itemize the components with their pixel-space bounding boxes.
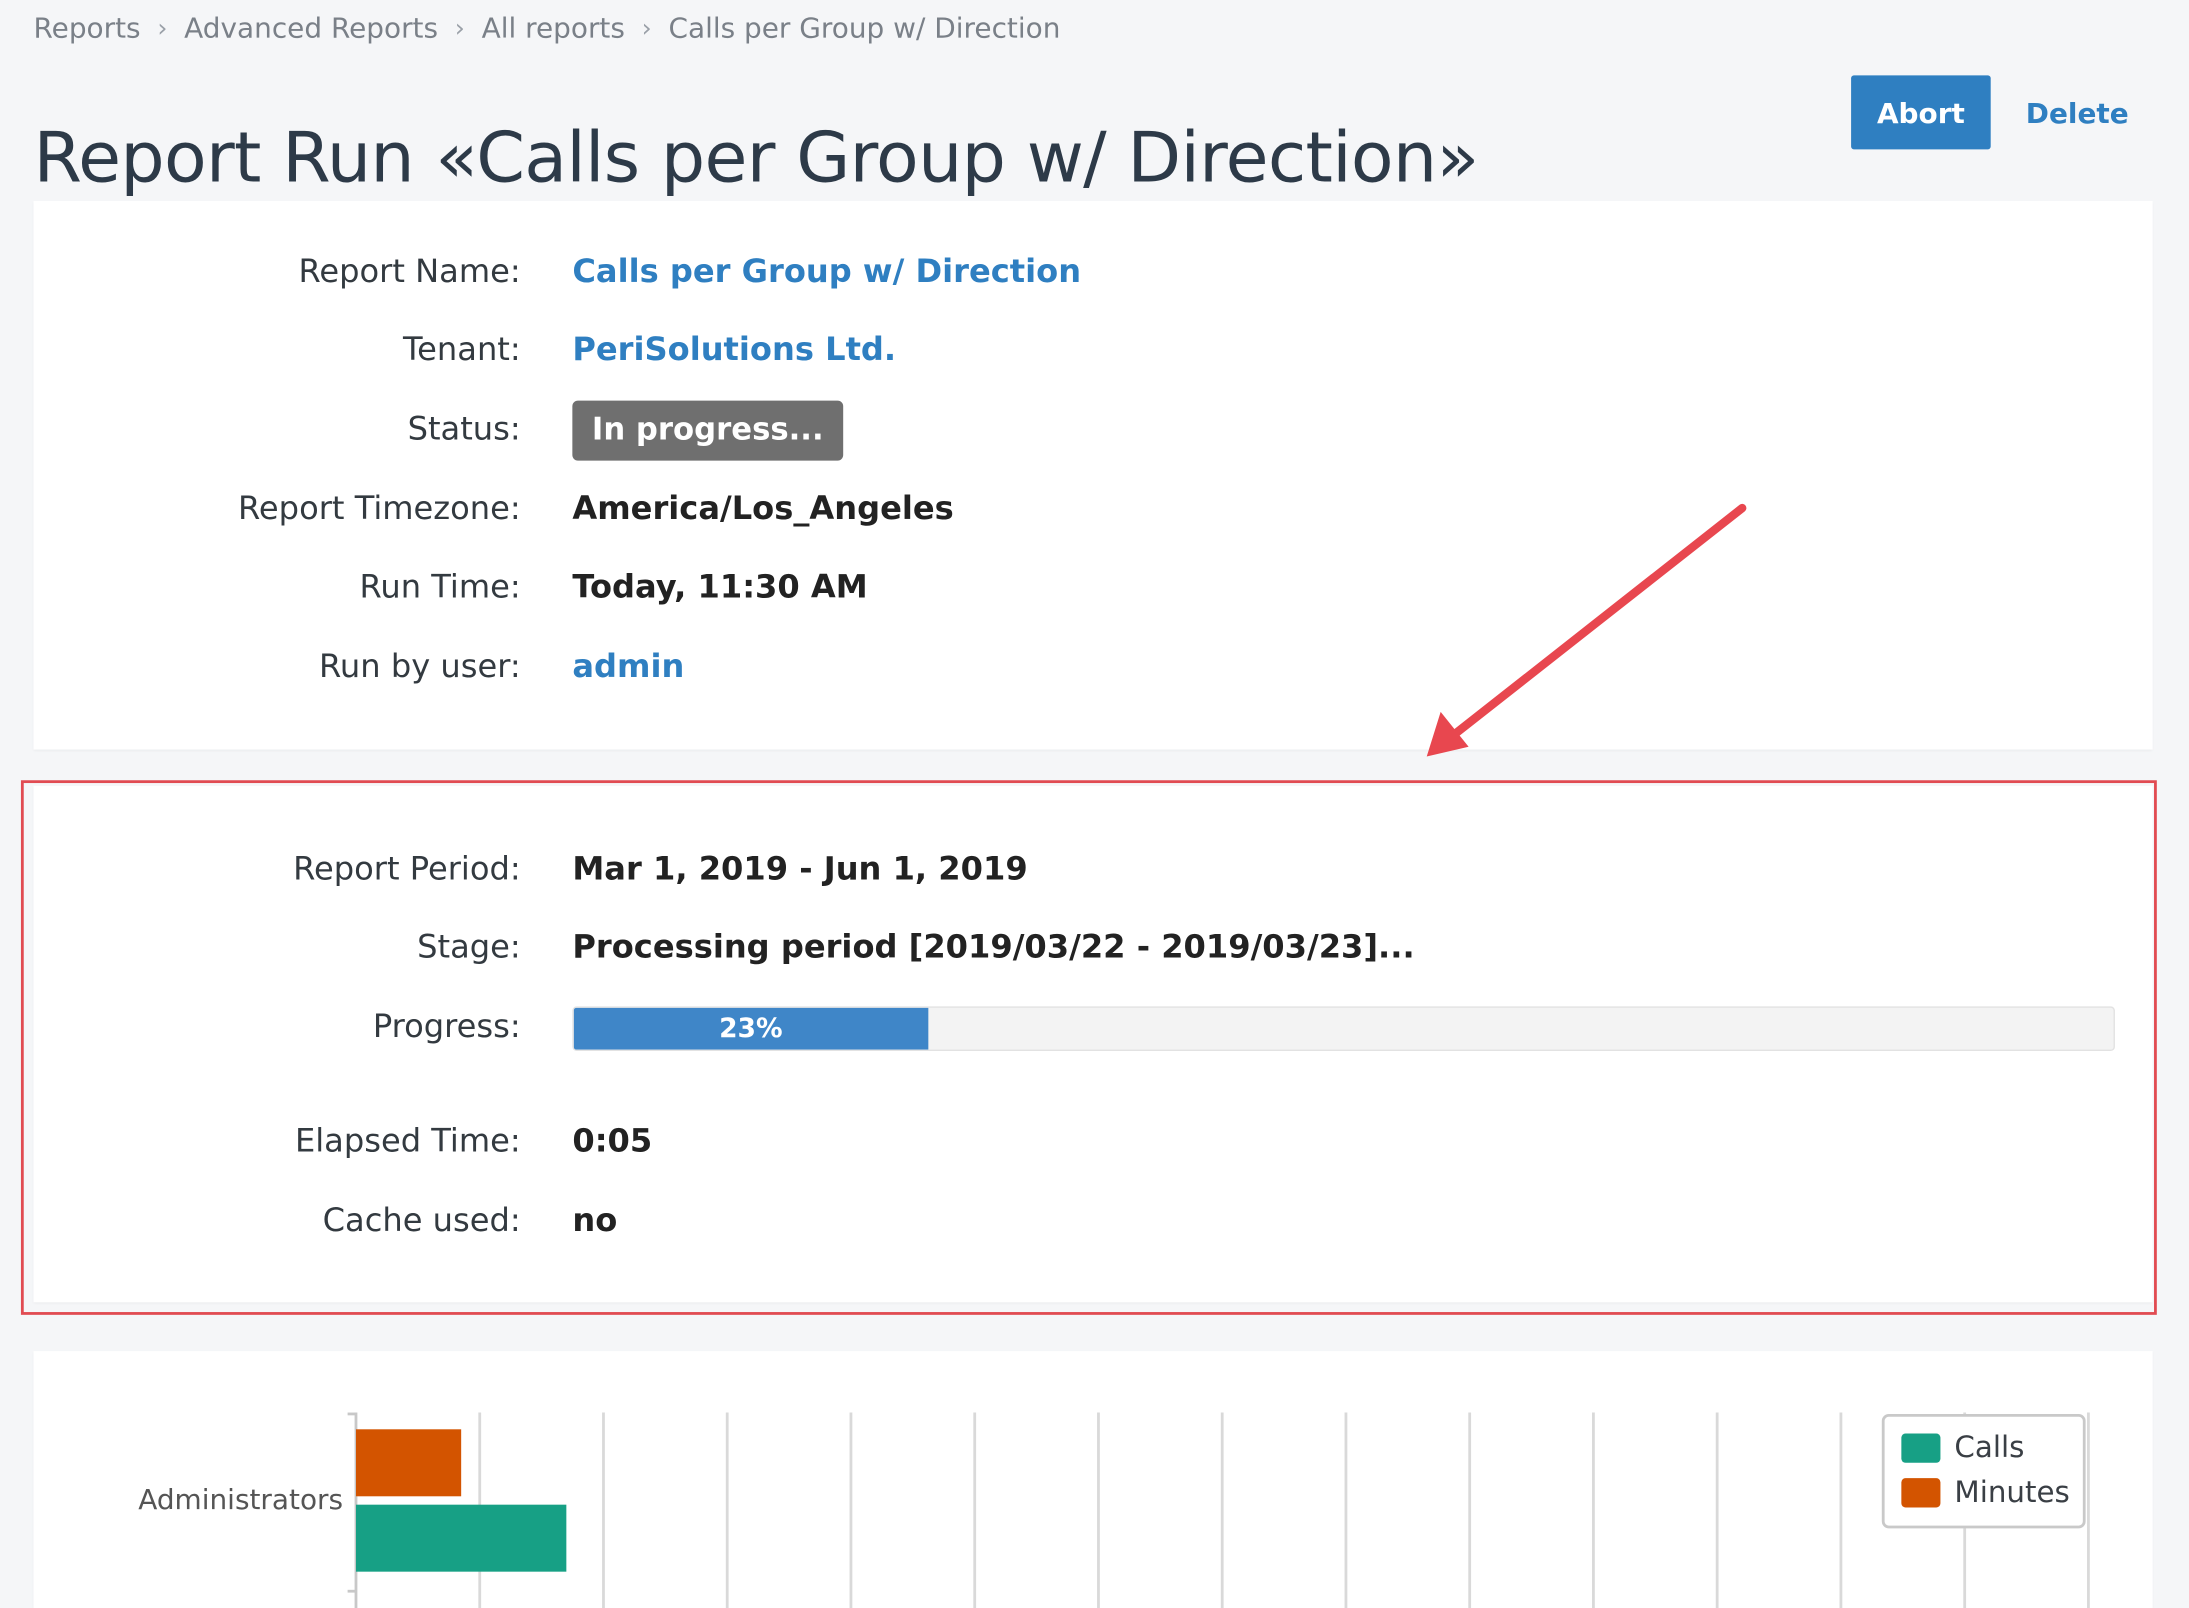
chevron-right-icon: › (157, 13, 168, 43)
legend-item-minutes[interactable]: Minutes (1901, 1474, 2070, 1510)
page-title: Report Run «Calls per Group w/ Direction… (33, 116, 1480, 198)
elapsed-time-label: Elapsed Time: (294, 1123, 521, 1160)
run-time-row: Run Time: Today, 11:30 AM (34, 560, 2153, 616)
report-name-link[interactable]: Calls per Group w/ Direction (572, 244, 1081, 300)
breadcrumb: Reports › Advanced Reports › All reports… (34, 11, 1061, 44)
run-by-label: Run by user: (319, 649, 521, 686)
chart-bar-calls[interactable] (355, 1504, 567, 1572)
cache-used-row: Cache used: no (34, 1193, 2153, 1249)
report-progress-card: Report Period: Mar 1, 2019 - Jun 1, 2019… (33, 785, 2153, 1303)
chevron-right-icon: › (641, 13, 652, 43)
chart-bar-minutes[interactable] (355, 1429, 462, 1497)
tenant-label: Tenant: (403, 332, 521, 369)
report-period-value: Mar 1, 2019 - Jun 1, 2019 (572, 851, 1028, 888)
breadcrumb-item-advanced-reports[interactable]: Advanced Reports (184, 11, 438, 44)
report-name-row: Report Name: Calls per Group w/ Directio… (34, 244, 2153, 300)
legend-label-calls: Calls (1954, 1430, 2025, 1465)
run-by-row: Run by user: admin (34, 639, 2153, 695)
status-label: Status: (407, 411, 521, 449)
bar-chart (347, 1412, 2090, 1608)
progress-bar: 23% (572, 1006, 2115, 1052)
status-badge: In progress... (572, 400, 844, 461)
run-time-label: Run Time: (359, 569, 521, 606)
stage-label: Stage: (417, 929, 521, 966)
abort-button[interactable]: Abort (1851, 75, 1991, 150)
legend-swatch-calls (1901, 1432, 1941, 1463)
report-name-label: Report Name: (298, 254, 521, 291)
elapsed-time-value: 0:05 (572, 1123, 653, 1160)
stage-row: Stage: Processing period [2019/03/22 - 2… (34, 920, 2153, 976)
legend-item-calls[interactable]: Calls (1901, 1429, 2024, 1465)
breadcrumb-item-all-reports[interactable]: All reports (482, 11, 625, 44)
legend-label-minutes: Minutes (1954, 1475, 2070, 1509)
status-row: Status: In progress... (34, 400, 2153, 461)
breadcrumb-item-reports[interactable]: Reports (34, 11, 141, 44)
run-by-user-link[interactable]: admin (572, 639, 684, 695)
progress-label: Progress: (372, 1009, 521, 1046)
cache-used-value: no (572, 1203, 618, 1240)
timezone-row: Report Timezone: America/Los_Angeles (34, 482, 2153, 538)
report-info-card: Report Name: Calls per Group w/ Directio… (33, 200, 2153, 750)
timezone-value: America/Los_Angeles (572, 491, 954, 528)
breadcrumb-item-current: Calls per Group w/ Direction (668, 11, 1061, 45)
cache-used-label: Cache used: (322, 1203, 521, 1240)
progress-row: Progress: 23% (34, 999, 2153, 1055)
timezone-label: Report Timezone: (238, 491, 521, 528)
report-period-row: Report Period: Mar 1, 2019 - Jun 1, 2019 (34, 842, 2153, 898)
progress-bar-fill: 23% (573, 1007, 928, 1050)
report-chart-card: Administrators Calls Minutes (33, 1351, 2153, 1608)
stage-value: Processing period [2019/03/22 - 2019/03/… (572, 929, 1415, 966)
tenant-row: Tenant: PeriSolutions Ltd. (34, 322, 2153, 378)
legend-swatch-minutes (1901, 1477, 1941, 1507)
run-time-value: Today, 11:30 AM (572, 569, 868, 606)
chevron-right-icon: › (454, 13, 465, 43)
elapsed-time-row: Elapsed Time: 0:05 (34, 1114, 2153, 1170)
chart-category-label: Administrators (138, 1482, 344, 1516)
report-period-label: Report Period: (293, 851, 521, 888)
delete-button[interactable]: Delete (2007, 75, 2147, 149)
chart-legend: Calls Minutes (1881, 1413, 2086, 1529)
tenant-link[interactable]: PeriSolutions Ltd. (572, 322, 896, 378)
